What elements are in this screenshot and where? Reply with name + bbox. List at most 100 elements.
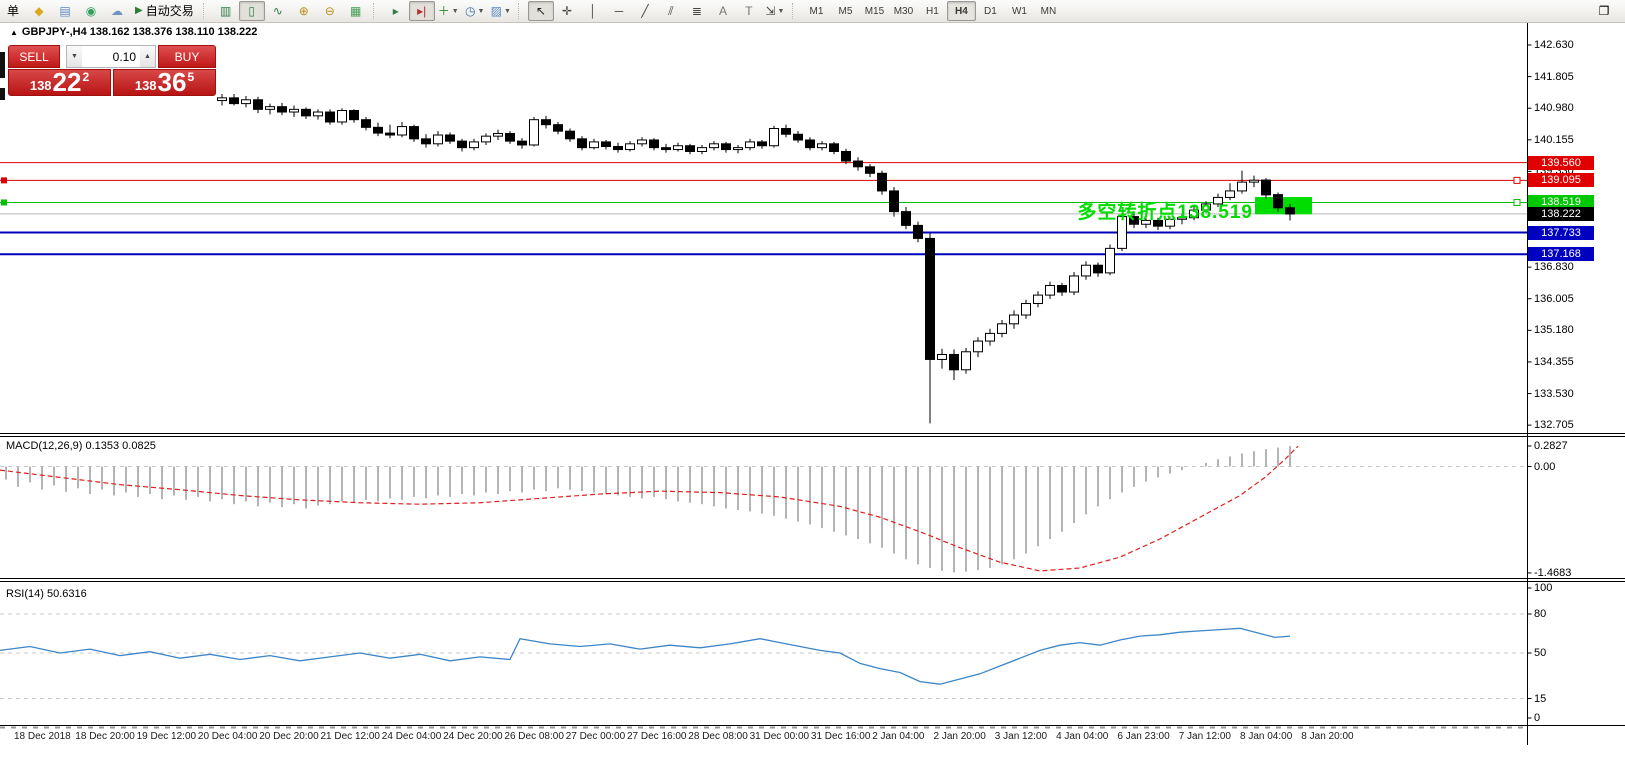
timeframe-button-mn[interactable]: MN [1034, 1, 1063, 21]
candle-body [938, 354, 947, 359]
buy-price-button[interactable]: 138 36 5 [113, 69, 216, 96]
autotrade-icon: ▶ [135, 6, 143, 16]
time-axis-label: 24 Dec 20:00 [443, 731, 503, 742]
line-handle[interactable] [1514, 177, 1520, 183]
candle-body [866, 167, 875, 174]
time-axis-label: 6 Jan 23:00 [1117, 731, 1169, 742]
volume-decrease-button[interactable]: ▼ [67, 46, 82, 67]
new-order-button[interactable]: 单 [0, 1, 26, 21]
toolbar-group-chart: ▥▯∿⊕⊖▦ [213, 0, 369, 22]
macd-indicator-label: MACD(12,26,9) 0.1353 0.0825 [6, 440, 156, 452]
cursor-icon[interactable]: ↖ [528, 1, 554, 21]
chevron-down-icon[interactable]: ▼ [778, 8, 785, 15]
chart-shift-icon[interactable]: ▸| [409, 1, 435, 21]
candle-body [758, 142, 767, 146]
periods-icon[interactable]: ◷▼ [462, 1, 488, 21]
market-window-icon[interactable]: ▤ [52, 1, 78, 21]
chevron-down-icon[interactable]: ▼ [452, 8, 459, 15]
timeframe-button-m1[interactable]: M1 [802, 1, 831, 21]
timeframe-button-h1[interactable]: H1 [918, 1, 947, 21]
candle-body [674, 146, 683, 150]
candle-body [854, 161, 863, 167]
zoom-out-icon[interactable]: ⊖ [317, 1, 343, 21]
horizontal-line-icon[interactable]: ─ [606, 1, 632, 21]
window-icon[interactable]: ❐ [1591, 1, 1617, 21]
candle-body [842, 151, 851, 161]
chart-canvas[interactable] [0, 0, 1625, 766]
rsi-tick-label: 100 [1534, 582, 1552, 594]
candle-body [638, 140, 647, 144]
time-axis-label: 19 Dec 12:00 [137, 731, 197, 742]
price-line-badge: 137.733 [1528, 226, 1594, 240]
candle-body [374, 127, 383, 133]
fibonacci-icon[interactable]: ≣ [684, 1, 710, 21]
time-axis-label: 2 Jan 04:00 [872, 731, 924, 742]
zoom-in-icon[interactable]: ⊕ [291, 1, 317, 21]
volume-input[interactable] [82, 46, 140, 67]
line-handle[interactable] [1, 199, 7, 205]
chart-annotation-text[interactable]: 多空转折点138.519 [1020, 197, 1253, 224]
toolbar-group-objects: ↖✛│─╱⫽≣AT⇲▼ [528, 0, 788, 22]
channel-icon[interactable]: ⫽ [658, 1, 684, 21]
candle-body [446, 135, 455, 141]
candle-body [818, 144, 827, 148]
time-axis-label: 18 Dec 2018 [14, 731, 71, 742]
timeframe-button-d1[interactable]: D1 [976, 1, 1005, 21]
time-axis-label: 26 Dec 08:00 [504, 731, 564, 742]
signals-icon[interactable]: ◉ [78, 1, 104, 21]
time-axis-label: 27 Dec 00:00 [566, 731, 626, 742]
price-tick-label: 134.355 [1534, 356, 1574, 368]
auto-scroll-icon[interactable]: ▸ [383, 1, 409, 21]
metaeditor-icon[interactable]: ◆ [26, 1, 52, 21]
candle-body [650, 140, 659, 148]
candle-body [278, 107, 287, 112]
sell-price-sup: 2 [82, 70, 89, 84]
rsi-line [0, 628, 1290, 684]
cloud-icon[interactable]: ☁ [104, 1, 130, 21]
rsi-tick-label: 80 [1534, 608, 1546, 620]
text-label-icon[interactable]: T [736, 1, 762, 21]
candle-body [290, 109, 299, 112]
timeframe-button-h4[interactable]: H4 [947, 1, 976, 21]
candle-body [590, 142, 599, 148]
macd-tick-label: -1.4683 [1534, 567, 1571, 579]
sell-price-button[interactable]: 138 22 2 [8, 69, 111, 96]
timeframe-button-m30[interactable]: M30 [889, 1, 918, 21]
timeframe-button-m5[interactable]: M5 [831, 1, 860, 21]
candle-body [770, 128, 779, 145]
text-icon[interactable]: A [710, 1, 736, 21]
line-handle[interactable] [1514, 199, 1520, 205]
line-chart-icon[interactable]: ∿ [265, 1, 291, 21]
autotrade-button[interactable]: ▶ 自动交易 [130, 1, 199, 21]
vertical-line-icon[interactable]: │ [580, 1, 606, 21]
tile-windows-icon[interactable]: ▦ [343, 1, 369, 21]
candle-body [710, 144, 719, 148]
highlight-rectangle[interactable] [1255, 197, 1312, 214]
arrows-icon[interactable]: ⇲▼ [762, 1, 788, 21]
buy-price-big: 36 [158, 70, 187, 95]
bar-chart-icon[interactable]: ▥ [213, 1, 239, 21]
timeframe-button-m15[interactable]: M15 [860, 1, 889, 21]
crosshair-icon[interactable]: ✛ [554, 1, 580, 21]
chevron-down-icon[interactable]: ▼ [504, 8, 511, 15]
candle-body [914, 225, 923, 238]
candle-body [974, 341, 983, 352]
candle-body [1058, 286, 1067, 293]
timeframe-button-w1[interactable]: W1 [1005, 1, 1034, 21]
chevron-down-icon[interactable]: ▼ [477, 8, 484, 15]
line-handle[interactable] [1, 177, 7, 183]
indicators-icon[interactable]: ＋▼ [435, 1, 462, 21]
candle-body [1106, 248, 1115, 273]
time-axis-label: 7 Jan 12:00 [1179, 731, 1231, 742]
toolbar-group-left: ◆▤◉☁ [26, 0, 130, 22]
candle-body [806, 140, 815, 148]
sell-button[interactable]: SELL [8, 45, 60, 68]
time-axis-label: 18 Dec 20:00 [75, 731, 135, 742]
left-panel-edge [0, 88, 5, 100]
volume-increase-button[interactable]: ▲ [140, 46, 155, 67]
templates-icon[interactable]: ▨▼ [488, 1, 514, 21]
candle-body [986, 333, 995, 341]
candlestick-chart-icon[interactable]: ▯ [239, 1, 265, 21]
buy-button[interactable]: BUY [158, 45, 216, 68]
trendline-icon[interactable]: ╱ [632, 1, 658, 21]
